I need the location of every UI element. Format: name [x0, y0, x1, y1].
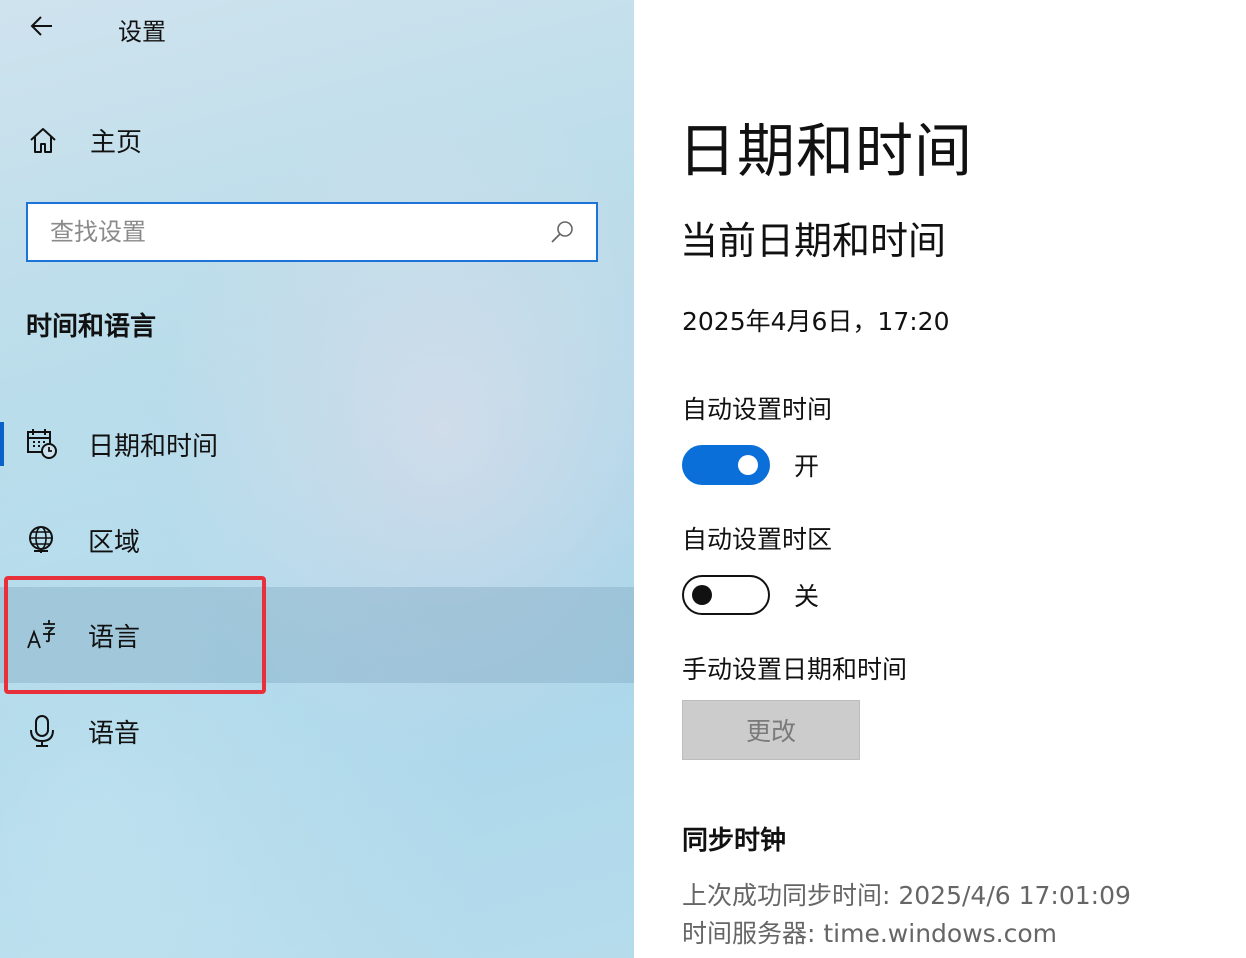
- sidebar-item-label: 语音: [88, 718, 141, 749]
- auto-time-toggle[interactable]: [682, 445, 770, 485]
- globe-icon: [24, 522, 60, 558]
- change-button[interactable]: 更改: [682, 700, 860, 760]
- home-icon: [26, 123, 60, 157]
- auto-timezone-toggle[interactable]: [682, 575, 770, 615]
- app-title: 设置: [118, 18, 166, 46]
- sidebar-item-date-time[interactable]: 日期和时间: [0, 396, 634, 492]
- home-nav-item[interactable]: 主页: [26, 118, 142, 162]
- sync-clock-heading: 同步时钟: [682, 826, 787, 856]
- home-label: 主页: [90, 127, 143, 158]
- calendar-clock-icon: [24, 426, 60, 462]
- sidebar-item-region[interactable]: 区域: [0, 492, 634, 588]
- back-button[interactable]: [26, 10, 58, 42]
- auto-time-toggle-row: 开: [682, 444, 819, 486]
- search-input[interactable]: [28, 203, 542, 261]
- search-box[interactable]: [26, 202, 598, 262]
- manual-datetime-label: 手动设置日期和时间: [682, 655, 908, 684]
- page-title: 日期和时间: [678, 117, 974, 185]
- current-datetime-value: 2025年4月6日，17:20: [682, 307, 950, 336]
- toggle-knob: [692, 585, 712, 605]
- sidebar-item-label: 日期和时间: [88, 431, 219, 462]
- sidebar: 设置 主页 时间和语言 日期和时间: [0, 0, 634, 958]
- sidebar-item-language[interactable]: 语言: [0, 587, 634, 683]
- main-content: 日期和时间 当前日期和时间 2025年4月6日，17:20 自动设置时间 开 自…: [634, 0, 1246, 958]
- sidebar-item-label: 语言: [88, 622, 141, 653]
- section-title: 时间和语言: [26, 312, 157, 342]
- toggle-knob: [738, 455, 758, 475]
- back-arrow-icon: [30, 16, 52, 36]
- sidebar-item-label: 区域: [88, 527, 141, 558]
- auto-timezone-label: 自动设置时区: [682, 525, 833, 554]
- auto-timezone-state: 关: [794, 582, 820, 611]
- sidebar-item-speech[interactable]: 语音: [0, 683, 634, 779]
- time-server-text: 时间服务器: time.windows.com: [682, 919, 1058, 948]
- current-datetime-heading: 当前日期和时间: [680, 219, 947, 263]
- last-sync-text: 上次成功同步时间: 2025/4/6 17:01:09: [682, 881, 1131, 910]
- auto-time-label: 自动设置时间: [682, 395, 833, 424]
- auto-timezone-toggle-row: 关: [682, 574, 819, 616]
- microphone-icon: [24, 713, 60, 749]
- language-icon: [24, 617, 60, 653]
- search-icon[interactable]: [542, 212, 582, 252]
- auto-time-state: 开: [794, 452, 820, 481]
